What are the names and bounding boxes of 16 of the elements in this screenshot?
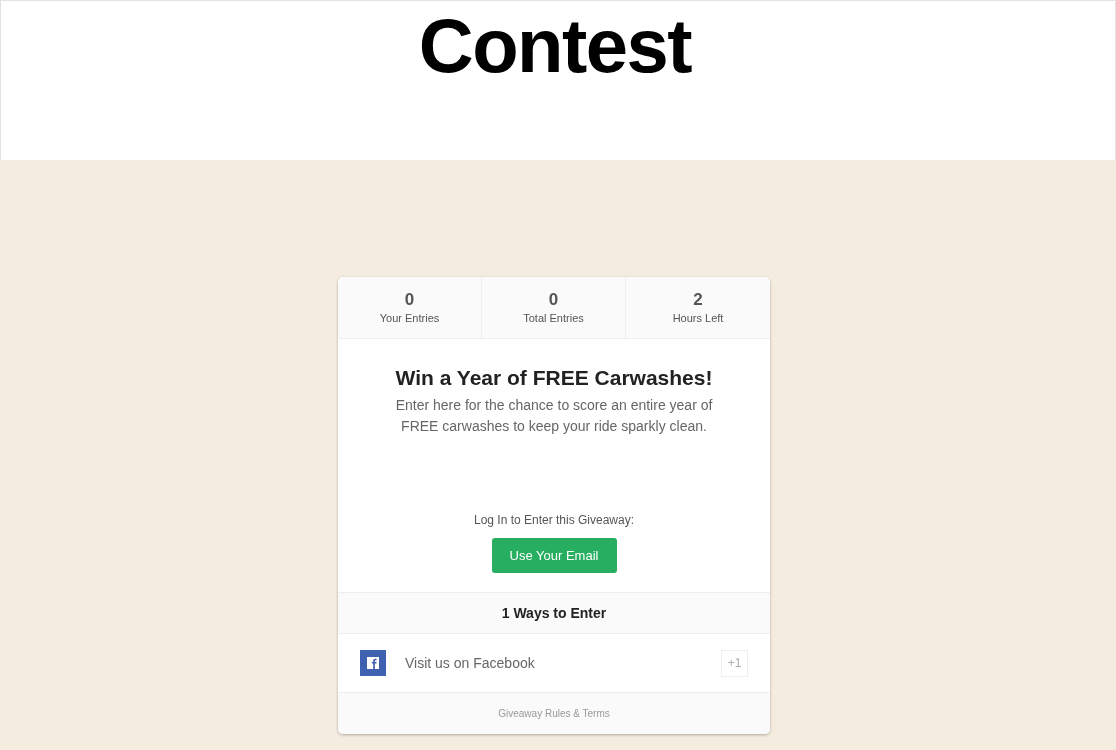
page-heading: Contest: [418, 8, 692, 84]
giveaway-title: Win a Year of FREE Carwashes!: [395, 365, 713, 391]
email-login-button[interactable]: Use Your Email: [491, 538, 617, 573]
stat-label: Hours Left: [672, 311, 724, 325]
entry-label: Visit us on Facebook: [405, 655, 536, 671]
login-prompt: Log In to Enter this Giveaway:: [473, 512, 635, 528]
stat-label: Your Entries: [379, 311, 440, 325]
rules-link[interactable]: Giveaway Rules & Terms: [498, 708, 610, 719]
stat-label: Total Entries: [523, 311, 584, 325]
stat-value: 0: [404, 290, 415, 310]
ways-heading: 1 Ways to Enter: [338, 592, 770, 634]
stat-value: 2: [693, 290, 703, 310]
f-logo-icon: [360, 650, 386, 676]
points-tag: +1: [721, 649, 748, 677]
stat-value: 0: [548, 290, 559, 310]
giveaway-description: Enter here for the chance to score an entire year of FREE carwashes to keep your ride sparkly clean.: [394, 396, 714, 436]
